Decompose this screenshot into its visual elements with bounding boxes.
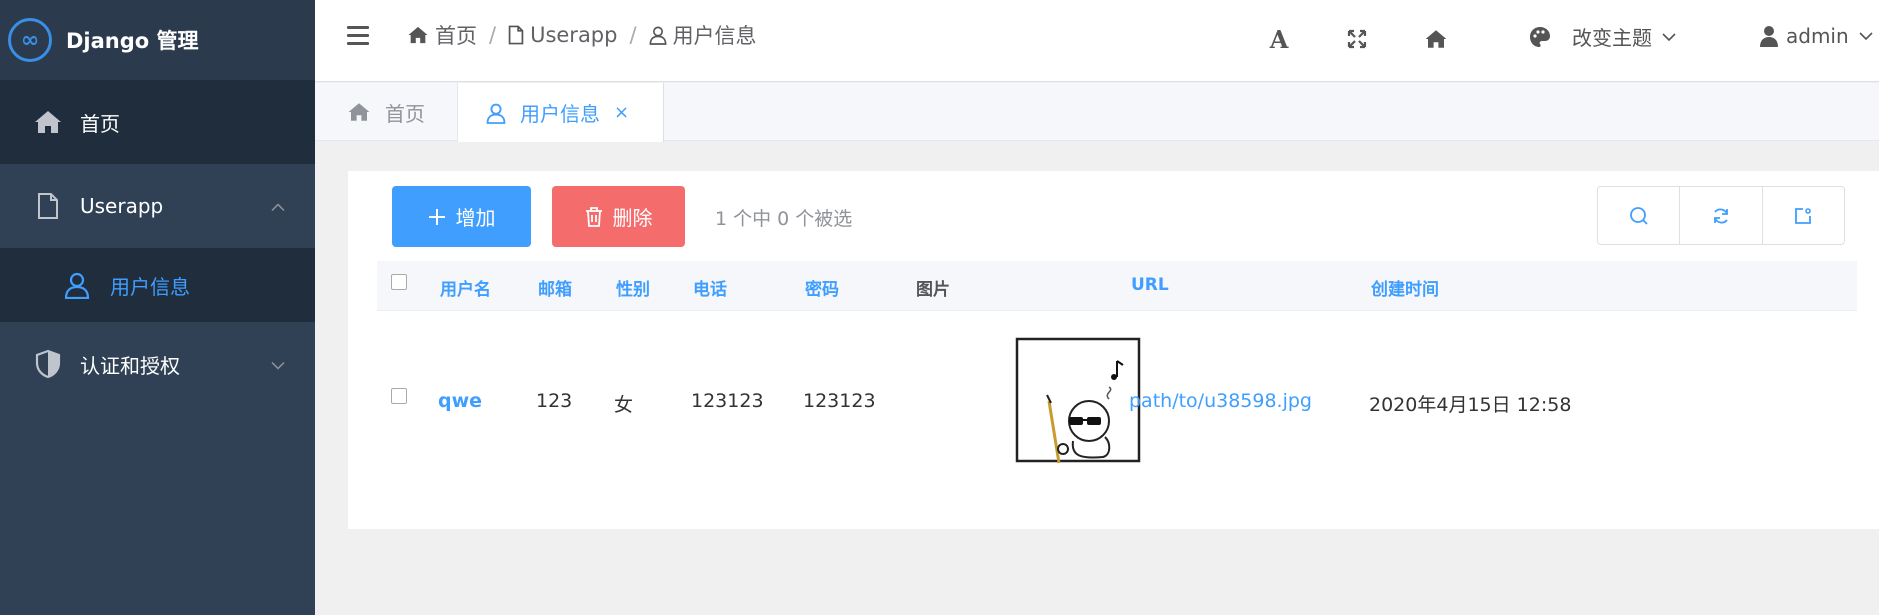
- sidebar-logo[interactable]: ∞ Django 管理: [0, 0, 315, 80]
- breadcrumb: 首页 / Userapp / 用户信息: [407, 20, 757, 50]
- tab-home[interactable]: 首页: [315, 83, 458, 141]
- cell-url-link[interactable]: path/to/u38598.jpg: [1129, 390, 1312, 412]
- column-header-gender[interactable]: 性别: [616, 275, 650, 300]
- delete-button-label: 删除: [612, 206, 653, 230]
- shield-icon: [32, 348, 64, 380]
- file-icon: [508, 25, 524, 45]
- refresh-icon[interactable]: [1680, 187, 1763, 244]
- breadcrumb-userapp[interactable]: Userapp: [508, 23, 617, 47]
- chevron-down-icon: [1859, 32, 1873, 40]
- top-header: 首页 / Userapp / 用户信息 A 改变主题 admin: [315, 0, 1879, 82]
- breadcrumb-label: 首页: [435, 24, 477, 48]
- sidebar-item-label: Userapp: [80, 194, 164, 218]
- theme-label: 改变主题: [1572, 26, 1652, 50]
- user-name: admin: [1786, 24, 1849, 48]
- user-icon: [649, 26, 667, 45]
- table-row: qwe 123 女 123123 123123 path/to/u38598.j…: [377, 312, 1857, 480]
- sidebar-item-userapp[interactable]: Userapp: [0, 164, 315, 248]
- logo-icon: ∞: [8, 18, 52, 62]
- search-icon[interactable]: [1598, 187, 1681, 244]
- content-card: 增加 删除 1 个中 0 个被选 用户名 邮箱 性别 电话 密码 图片 URL …: [348, 171, 1879, 529]
- breadcrumb-label: 用户信息: [672, 24, 757, 48]
- delete-button[interactable]: 删除: [552, 186, 685, 247]
- fullscreen-icon[interactable]: [1342, 24, 1372, 54]
- user-icon: [486, 103, 506, 124]
- cell-username[interactable]: qwe: [438, 390, 482, 412]
- user-icon: [64, 270, 94, 300]
- cell-gender: 女: [614, 394, 634, 416]
- sidebar-item-label: 用户信息: [110, 274, 190, 299]
- plus-icon: [428, 208, 445, 225]
- cell-created: 2020年4月15日 12:58: [1369, 394, 1572, 416]
- chevron-down-icon: [271, 355, 285, 374]
- theme-switcher[interactable]: 改变主题: [1528, 22, 1676, 51]
- cell-image-thumbnail: [1015, 337, 1141, 464]
- sidebar: ∞ Django 管理 首页 Userapp 用户信息 认证和授权: [0, 0, 315, 615]
- close-icon[interactable]: ×: [614, 102, 629, 123]
- chevron-up-icon: [271, 197, 285, 216]
- breadcrumb-separator: /: [629, 23, 637, 47]
- column-header-password[interactable]: 密码: [805, 275, 839, 300]
- font-size-icon[interactable]: A: [1264, 24, 1294, 54]
- user-menu[interactable]: admin: [1760, 24, 1873, 48]
- row-checkbox[interactable]: [391, 388, 407, 404]
- table-header: 用户名 邮箱 性别 电话 密码 图片 URL 创建时间: [377, 261, 1857, 311]
- trash-icon: [585, 206, 602, 227]
- cell-phone: 123123: [691, 390, 764, 412]
- select-all-checkbox[interactable]: [391, 274, 407, 290]
- selection-info: 1 个中 0 个被选: [715, 208, 853, 230]
- sidebar-item-home[interactable]: 首页: [0, 80, 315, 164]
- breadcrumb-user-info: 用户信息: [649, 20, 757, 50]
- home-icon: [408, 26, 428, 44]
- hamburger-icon[interactable]: [347, 26, 369, 48]
- add-button-label: 增加: [455, 206, 496, 230]
- home-icon: [348, 103, 370, 121]
- home-icon[interactable]: [1421, 24, 1451, 54]
- palette-icon: [1530, 26, 1550, 47]
- sidebar-item-label: 首页: [80, 111, 120, 136]
- file-icon: [32, 190, 64, 222]
- sidebar-item-auth[interactable]: 认证和授权: [0, 322, 315, 406]
- export-icon[interactable]: [1763, 187, 1844, 244]
- tab-label: 用户信息: [520, 102, 600, 126]
- breadcrumb-separator: /: [489, 23, 497, 47]
- home-icon: [32, 106, 64, 138]
- app-title: Django 管理: [66, 29, 199, 53]
- add-button[interactable]: 增加: [392, 186, 531, 247]
- column-header-image: 图片: [916, 280, 950, 300]
- tab-user-info[interactable]: 用户信息 ×: [458, 83, 664, 142]
- sidebar-item-label: 认证和授权: [80, 353, 180, 378]
- sidebar-subitem-user-info[interactable]: 用户信息: [0, 248, 315, 322]
- breadcrumb-home[interactable]: 首页: [407, 20, 477, 50]
- column-header-username[interactable]: 用户名: [440, 275, 491, 300]
- column-header-phone[interactable]: 电话: [693, 275, 727, 300]
- column-header-email[interactable]: 邮箱: [538, 275, 572, 300]
- column-header-created[interactable]: 创建时间: [1371, 275, 1439, 300]
- breadcrumb-label: Userapp: [530, 23, 618, 47]
- tabs-bar: 首页 用户信息 ×: [315, 83, 1879, 142]
- table-tools: [1597, 186, 1845, 245]
- chevron-down-icon: [1662, 32, 1676, 41]
- cell-email: 123: [536, 390, 573, 412]
- cell-password: 123123: [803, 390, 876, 412]
- user-icon: [1760, 26, 1778, 47]
- column-header-url[interactable]: URL: [1131, 275, 1169, 295]
- tab-label: 首页: [385, 101, 425, 126]
